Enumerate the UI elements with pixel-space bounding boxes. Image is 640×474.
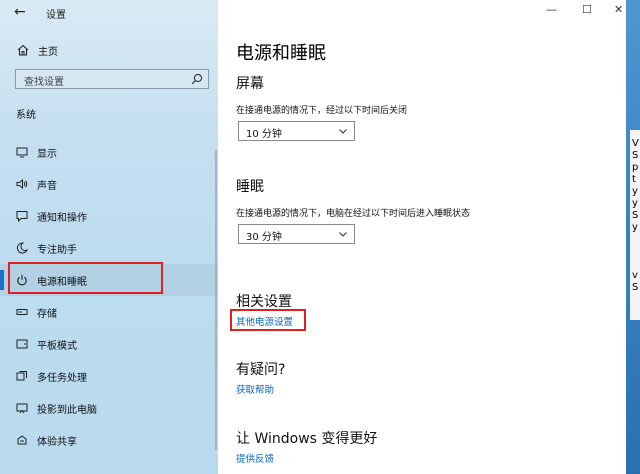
- back-arrow-icon[interactable]: ←: [14, 4, 26, 20]
- minimize-icon[interactable]: —: [546, 3, 557, 16]
- section-heading: 系统: [16, 110, 36, 121]
- sidebar-item-shared-experiences[interactable]: 体验共享: [0, 424, 218, 456]
- sleep-timeout-value: 30 分钟: [246, 232, 282, 243]
- sidebar-item-label: 多任务处理: [37, 372, 87, 384]
- message-icon: [16, 211, 28, 222]
- search-placeholder: 查找设置: [24, 77, 64, 88]
- storage-icon: [16, 309, 28, 315]
- chevron-down-icon: [339, 129, 347, 134]
- related-settings-heading: 相关设置: [236, 294, 292, 310]
- sidebar-item-focus-assist[interactable]: 专注助手: [0, 232, 218, 264]
- screen-timeout-value: 10 分钟: [246, 129, 282, 140]
- give-feedback-link[interactable]: 提供反馈: [236, 451, 274, 465]
- question-heading: 有疑问?: [236, 362, 286, 378]
- sleep-timeout-select[interactable]: 30 分钟: [238, 224, 355, 244]
- window-title: 设置: [46, 10, 66, 21]
- chevron-down-icon: [339, 232, 347, 237]
- get-help-link[interactable]: 获取帮助: [236, 382, 274, 396]
- desktop-background: V S p t y y S y v S: [626, 0, 640, 474]
- highlight-box: [230, 309, 306, 331]
- sidebar-item-label: 显示: [37, 148, 57, 160]
- sidebar-item-sound[interactable]: 声音: [0, 168, 218, 200]
- settings-window: ← 设置 主页 查找设置 系统 显示 声音 通知和操作 专注助手 电源和睡眠 存…: [0, 0, 640, 474]
- screen-description: 在接通电源的情况下，经过以下时间后关闭: [236, 106, 408, 116]
- sidebar-item-label: 体验共享: [37, 436, 77, 448]
- sleep-description: 在接通电源的情况下，电脑在经过以下时间后进入睡眠状态: [236, 209, 471, 219]
- multitask-icon: [16, 371, 27, 381]
- close-icon[interactable]: ✕: [614, 3, 623, 16]
- tablet-icon: [16, 339, 28, 349]
- home-label: 主页: [38, 46, 58, 58]
- search-input[interactable]: 查找设置: [15, 69, 209, 89]
- monitor-icon: [16, 147, 28, 158]
- search-icon: [191, 73, 203, 85]
- maximize-icon[interactable]: ☐: [582, 3, 592, 16]
- sidebar-item-storage[interactable]: 存储: [0, 296, 218, 328]
- home-item[interactable]: 主页: [16, 40, 58, 60]
- sleep-heading: 睡眠: [236, 179, 264, 195]
- sidebar-item-label: 存储: [37, 308, 57, 320]
- sidebar-item-display[interactable]: 显示: [0, 136, 218, 168]
- sidebar-item-notifications[interactable]: 通知和操作: [0, 200, 218, 232]
- share-icon: [17, 435, 27, 445]
- sidebar-item-label: 平板模式: [37, 340, 77, 352]
- speaker-icon: [16, 178, 28, 190]
- sidebar-item-label: 投影到此电脑: [37, 404, 97, 416]
- sidebar-scrollbar[interactable]: [215, 150, 217, 450]
- sidebar-item-project[interactable]: 投影到此电脑: [0, 392, 218, 424]
- sidebar: ← 设置 主页 查找设置 系统 显示 声音 通知和操作 专注助手 电源和睡眠 存…: [0, 0, 218, 474]
- improve-windows-heading: 让 Windows 变得更好: [236, 431, 378, 447]
- home-icon: [17, 44, 29, 56]
- sidebar-item-multitasking[interactable]: 多任务处理: [0, 360, 218, 392]
- highlight-box: [8, 262, 163, 294]
- moon-icon: [16, 242, 28, 254]
- title-bar: ← 设置: [0, 0, 218, 26]
- sidebar-item-label: 通知和操作: [37, 212, 87, 224]
- page-title: 电源和睡眠: [236, 43, 326, 64]
- content-pane: — ☐ ✕ 电源和睡眠 屏幕 在接通电源的情况下，经过以下时间后关闭 10 分钟…: [218, 0, 640, 474]
- background-window-text: V S p t y y S y v S: [632, 138, 639, 293]
- sidebar-item-label: 专注助手: [37, 244, 77, 256]
- screen-timeout-select[interactable]: 10 分钟: [238, 121, 355, 141]
- sidebar-item-tablet-mode[interactable]: 平板模式: [0, 328, 218, 360]
- project-icon: [16, 403, 28, 414]
- screen-heading: 屏幕: [236, 76, 264, 92]
- sidebar-item-label: 声音: [37, 180, 57, 192]
